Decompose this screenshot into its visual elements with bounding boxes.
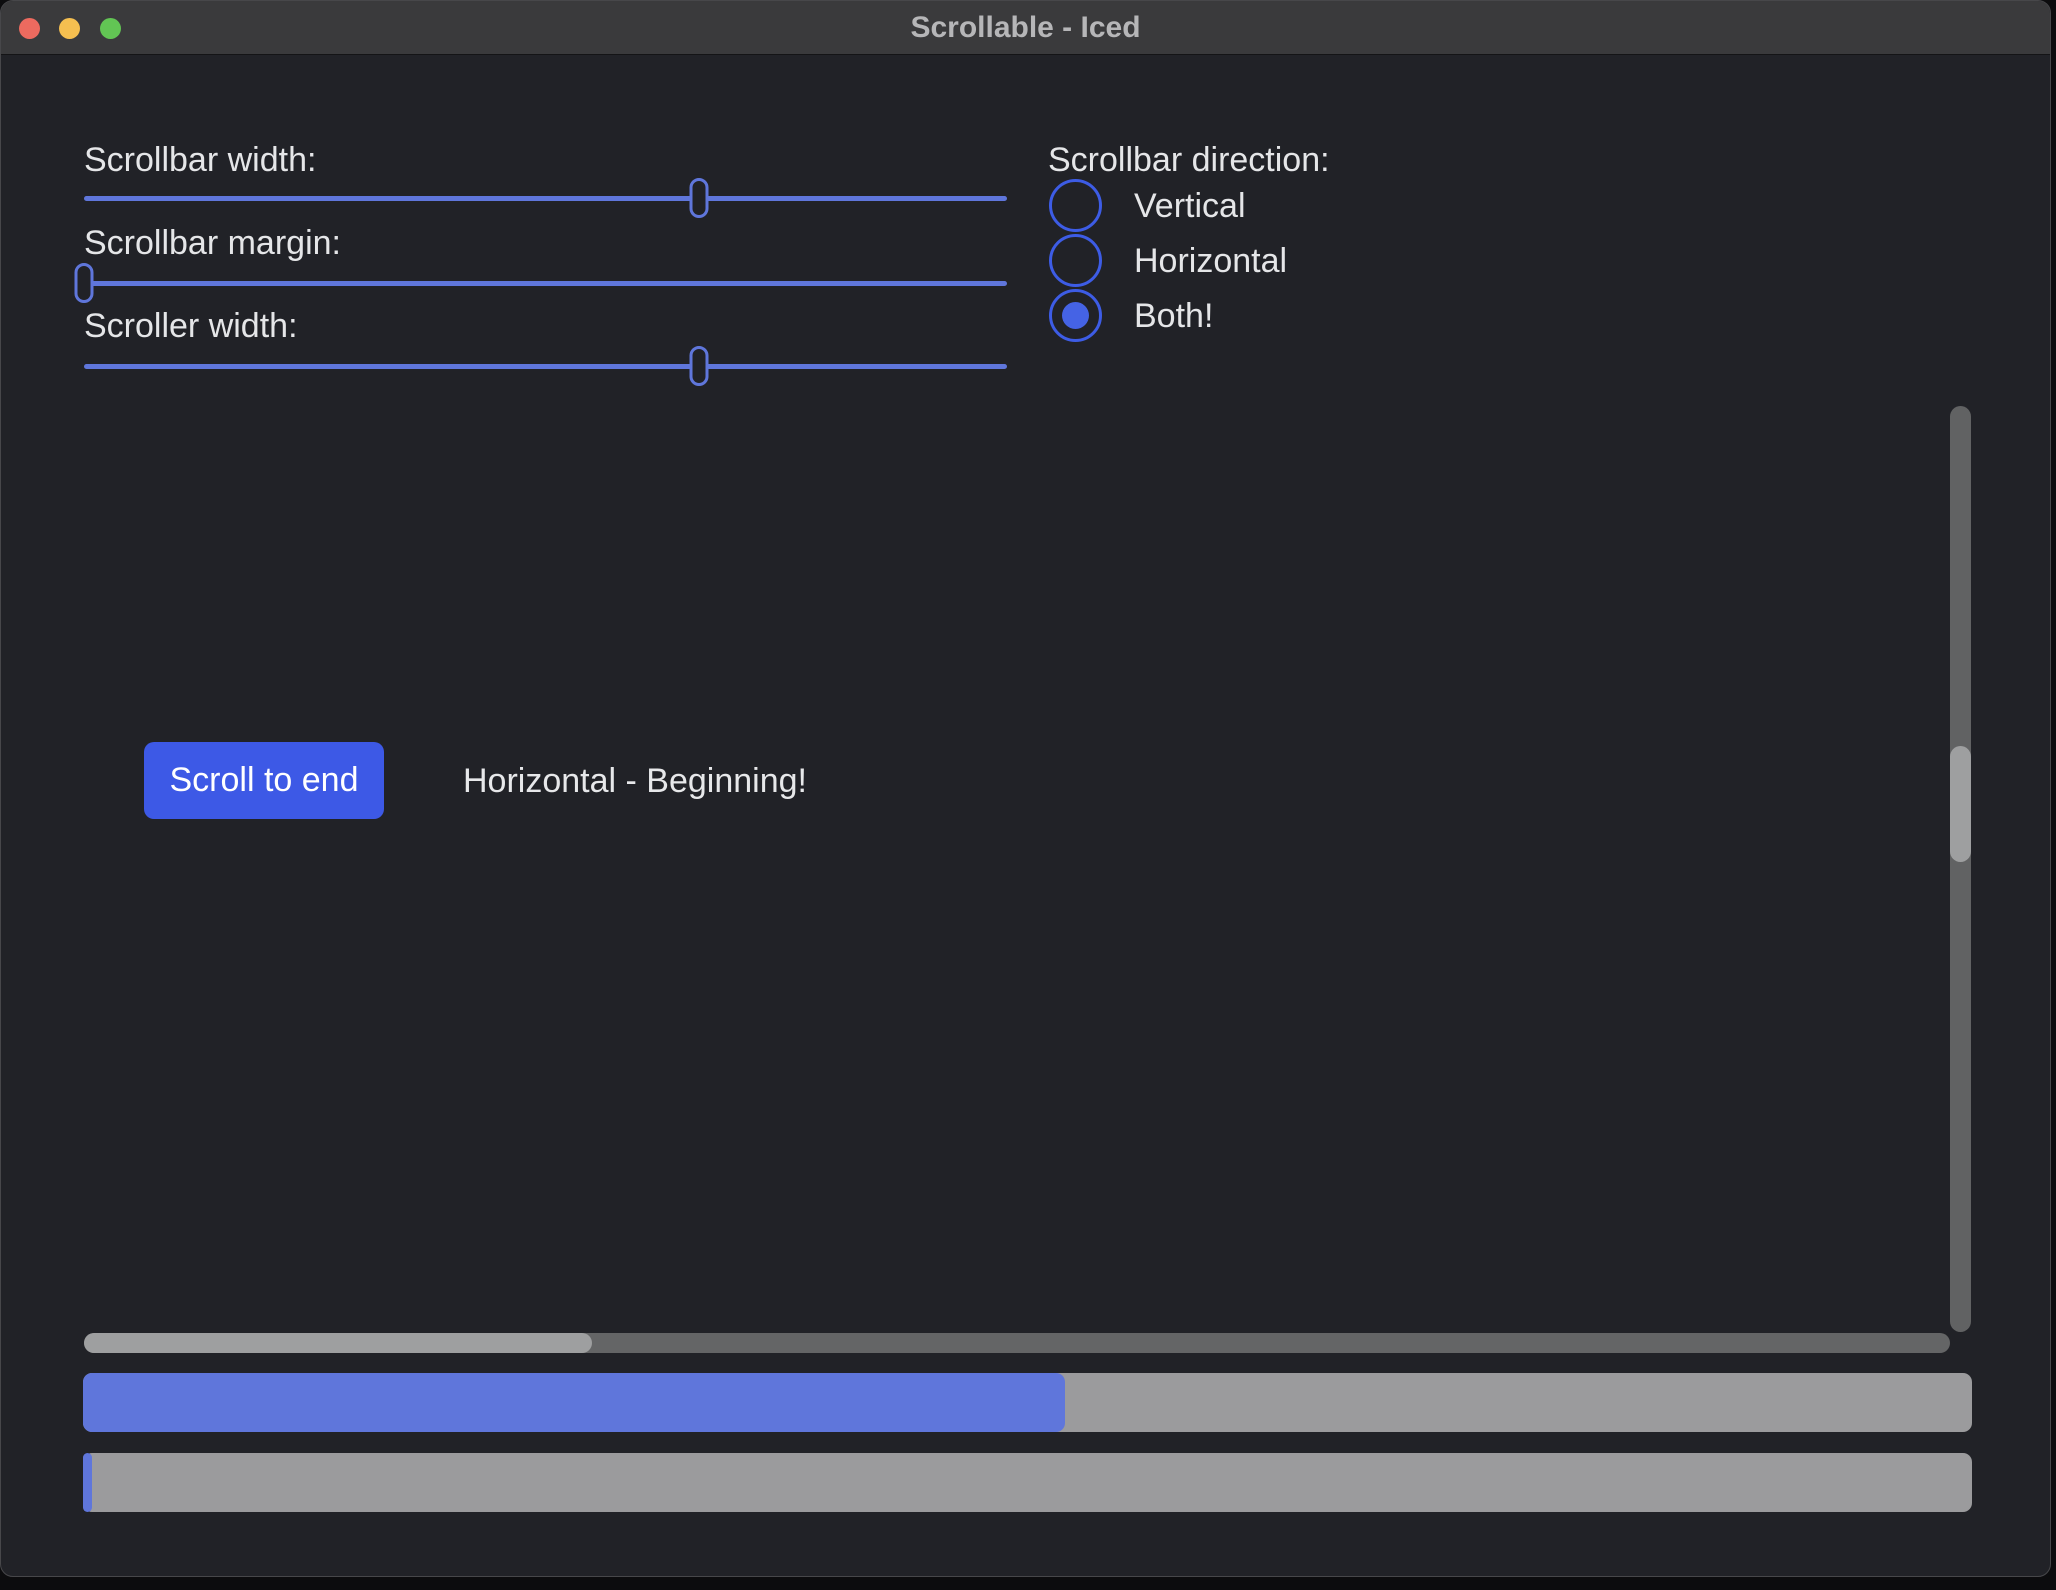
radio-vertical-label[interactable]: Vertical (1134, 186, 1246, 226)
radio-dot-2 (1062, 302, 1089, 329)
scrollbar-margin-label: Scrollbar margin: (84, 223, 341, 263)
window-title: Scrollable - Iced (1, 1, 2050, 55)
radio-both-label[interactable]: Both! (1134, 296, 1213, 336)
slider-thumb[interactable] (689, 178, 708, 218)
app-window: Scrollable - Iced Scrollbar width: Scrol… (0, 0, 2051, 1577)
scrollbar-direction-label: Scrollbar direction: (1048, 140, 1330, 180)
radio-vertical[interactable] (1049, 179, 1102, 232)
scroll-to-end-button[interactable]: Scroll to end (144, 742, 384, 819)
horizontal-scrollbar-thumb[interactable] (84, 1333, 592, 1353)
scroller-width-label: Scroller width: (84, 306, 298, 346)
scrollbar-margin-slider[interactable] (84, 281, 1007, 286)
slider-thumb[interactable] (75, 263, 94, 303)
radio-horizontal-label[interactable]: Horizontal (1134, 241, 1287, 281)
scrollbar-width-label: Scrollbar width: (84, 140, 316, 180)
vertical-progress-bar (83, 1453, 1972, 1512)
radio-both[interactable] (1049, 289, 1102, 342)
horizontal-progress-bar (83, 1373, 1972, 1432)
progress-fill (83, 1373, 1065, 1432)
horizontal-scrollbar-track[interactable] (84, 1333, 1950, 1353)
vertical-scrollbar-thumb[interactable] (1950, 746, 1971, 862)
titlebar[interactable]: Scrollable - Iced (1, 1, 2050, 55)
progress-fill (83, 1453, 92, 1512)
scroller-width-slider[interactable] (84, 364, 1007, 369)
slider-thumb[interactable] (689, 346, 708, 386)
radio-horizontal[interactable] (1049, 234, 1102, 287)
vertical-scrollbar-track[interactable] (1950, 406, 1971, 1332)
scrollbar-width-slider[interactable] (84, 196, 1007, 201)
scroll-status-text: Horizontal - Beginning! (463, 759, 807, 803)
